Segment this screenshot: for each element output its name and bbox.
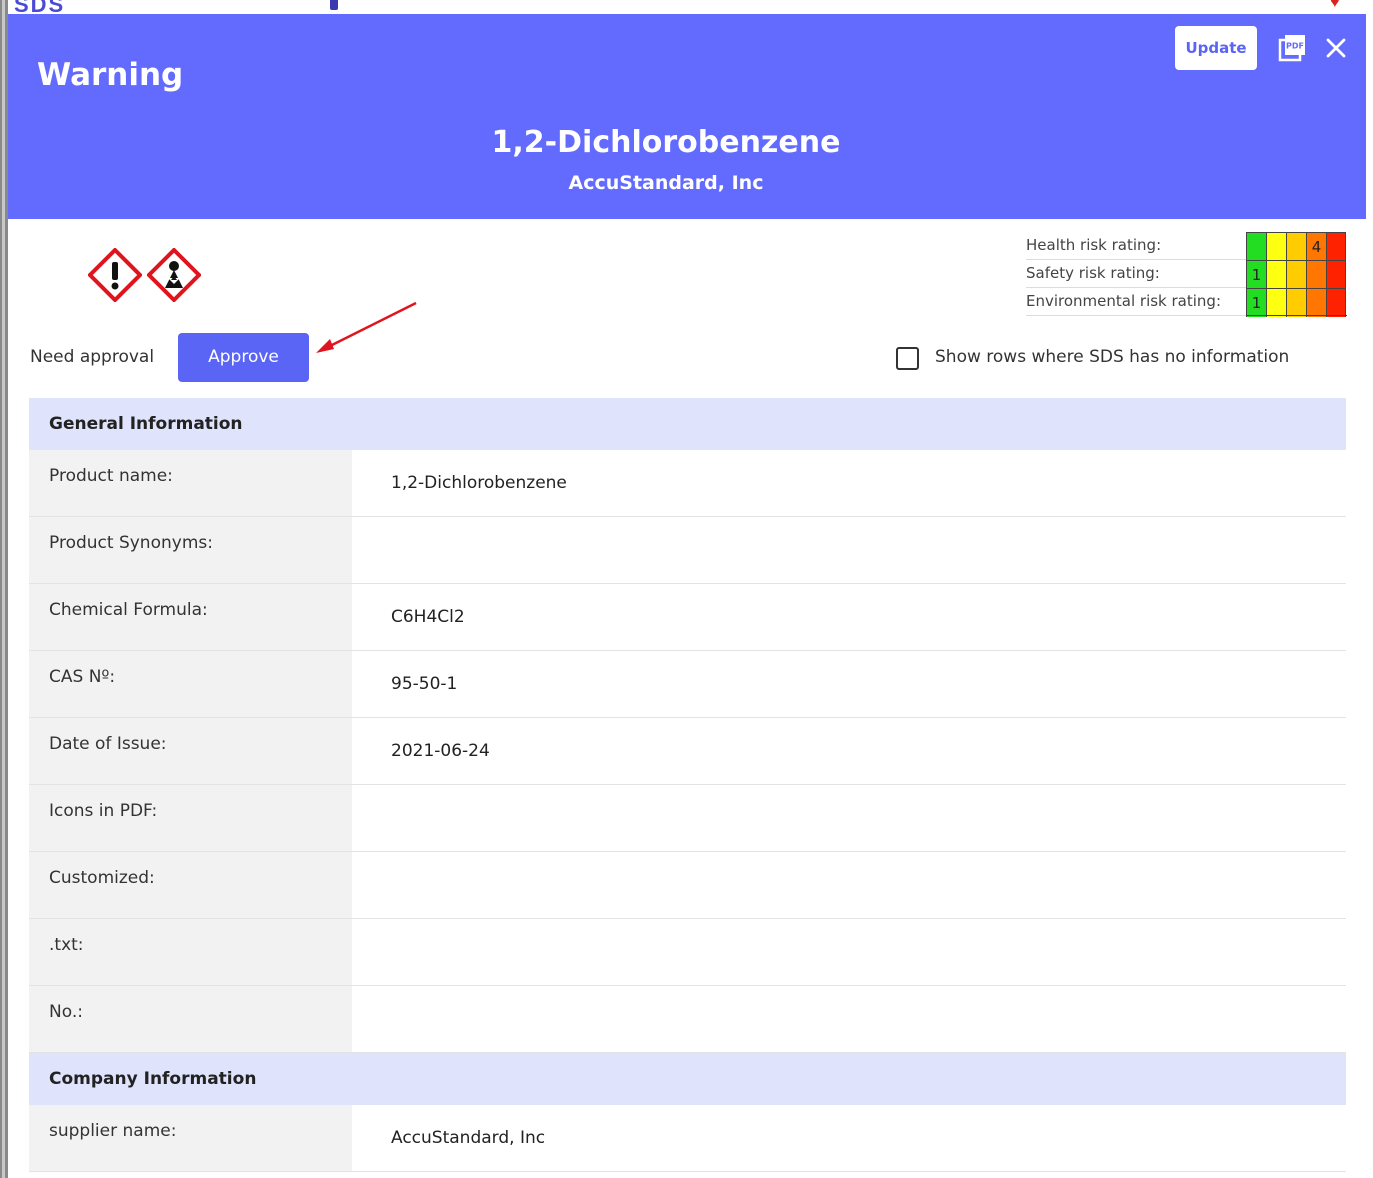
health-risk-rating: Health risk rating: 4 — [1026, 232, 1356, 261]
table-row: Customized: — [29, 852, 1346, 919]
row-label: Chemical Formula: — [49, 600, 208, 620]
annotation-arrow-icon — [308, 299, 423, 364]
row-value: 1,2-Dichlorobenzene — [391, 473, 567, 493]
rating-label: Environmental risk rating: — [1026, 292, 1221, 310]
exclamation-mark-icon — [87, 247, 143, 303]
row-value: C6H4Cl2 — [391, 607, 465, 627]
table-row: Chemical Formula: C6H4Cl2 — [29, 584, 1346, 651]
modal-header: Warning 1,2-Dichlorobenzene AccuStandard… — [8, 14, 1366, 219]
section-title: Company Information — [49, 1069, 257, 1089]
rating-value: 4 — [1306, 233, 1326, 261]
close-icon[interactable] — [1324, 36, 1348, 60]
section-title: General Information — [49, 414, 243, 434]
row-label: supplier name: — [49, 1121, 177, 1141]
background-page — [0, 0, 1373, 14]
heart-icon: ♥ — [1330, 0, 1340, 11]
row-label: .txt: — [49, 935, 84, 955]
row-value: AccuStandard, Inc — [391, 1128, 546, 1148]
rating-value: 1 — [1246, 261, 1266, 289]
table-row: Product name: 1,2-Dichlorobenzene — [29, 450, 1346, 517]
environmental-risk-rating: Environmental risk rating: 1 — [1026, 288, 1356, 317]
row-label: Customized: — [49, 868, 155, 888]
table-row: .txt: — [29, 919, 1346, 986]
background-marker — [330, 0, 338, 10]
sds-detail-modal: Warning 1,2-Dichlorobenzene AccuStandard… — [8, 14, 1366, 1178]
safety-risk-rating: Safety risk rating: 1 — [1026, 260, 1356, 289]
health-hazard-icon — [146, 247, 202, 303]
update-button[interactable]: Update — [1175, 26, 1257, 70]
row-value: 2021-06-24 — [391, 741, 490, 761]
pdf-icon[interactable]: PDF — [1277, 33, 1307, 63]
table-row: No.: — [29, 986, 1346, 1053]
row-label: Product name: — [49, 466, 173, 486]
row-label: No.: — [49, 1002, 83, 1022]
approve-button[interactable]: Approve — [178, 333, 309, 382]
section-header-general: General Information — [29, 398, 1346, 450]
rating-value: 1 — [1246, 289, 1266, 317]
table-row: Date of Issue: 2021-06-24 — [29, 718, 1346, 785]
product-title: 1,2-Dichlorobenzene — [491, 125, 841, 160]
table-row: supplier name: AccuStandard, Inc — [29, 1105, 1346, 1172]
signal-word-title: Warning — [37, 57, 184, 93]
row-label: CAS Nº: — [49, 667, 116, 687]
show-empty-rows-checkbox[interactable] — [896, 347, 919, 370]
row-label: Product Synonyms: — [49, 533, 213, 553]
table-row: Product Synonyms: — [29, 517, 1346, 584]
rating-scale: 1 — [1246, 288, 1346, 317]
rating-scale: 4 — [1246, 232, 1346, 261]
row-label: Icons in PDF: — [49, 801, 158, 821]
need-approval-label: Need approval — [30, 347, 155, 367]
rating-label: Health risk rating: — [1026, 236, 1162, 254]
rating-label: Safety risk rating: — [1026, 264, 1160, 282]
svg-text:PDF: PDF — [1286, 42, 1304, 51]
supplier-subtitle: AccuStandard, Inc — [568, 172, 764, 194]
row-value: 95-50-1 — [391, 674, 458, 694]
table-row: Icons in PDF: — [29, 785, 1346, 852]
section-header-company: Company Information — [29, 1053, 1346, 1105]
table-row: CAS Nº: 95-50-1 — [29, 651, 1346, 718]
show-empty-rows-label: Show rows where SDS has no information — [935, 347, 1290, 367]
row-label: Date of Issue: — [49, 734, 167, 754]
rating-scale: 1 — [1246, 260, 1346, 289]
background-page-edge — [0, 0, 8, 1178]
